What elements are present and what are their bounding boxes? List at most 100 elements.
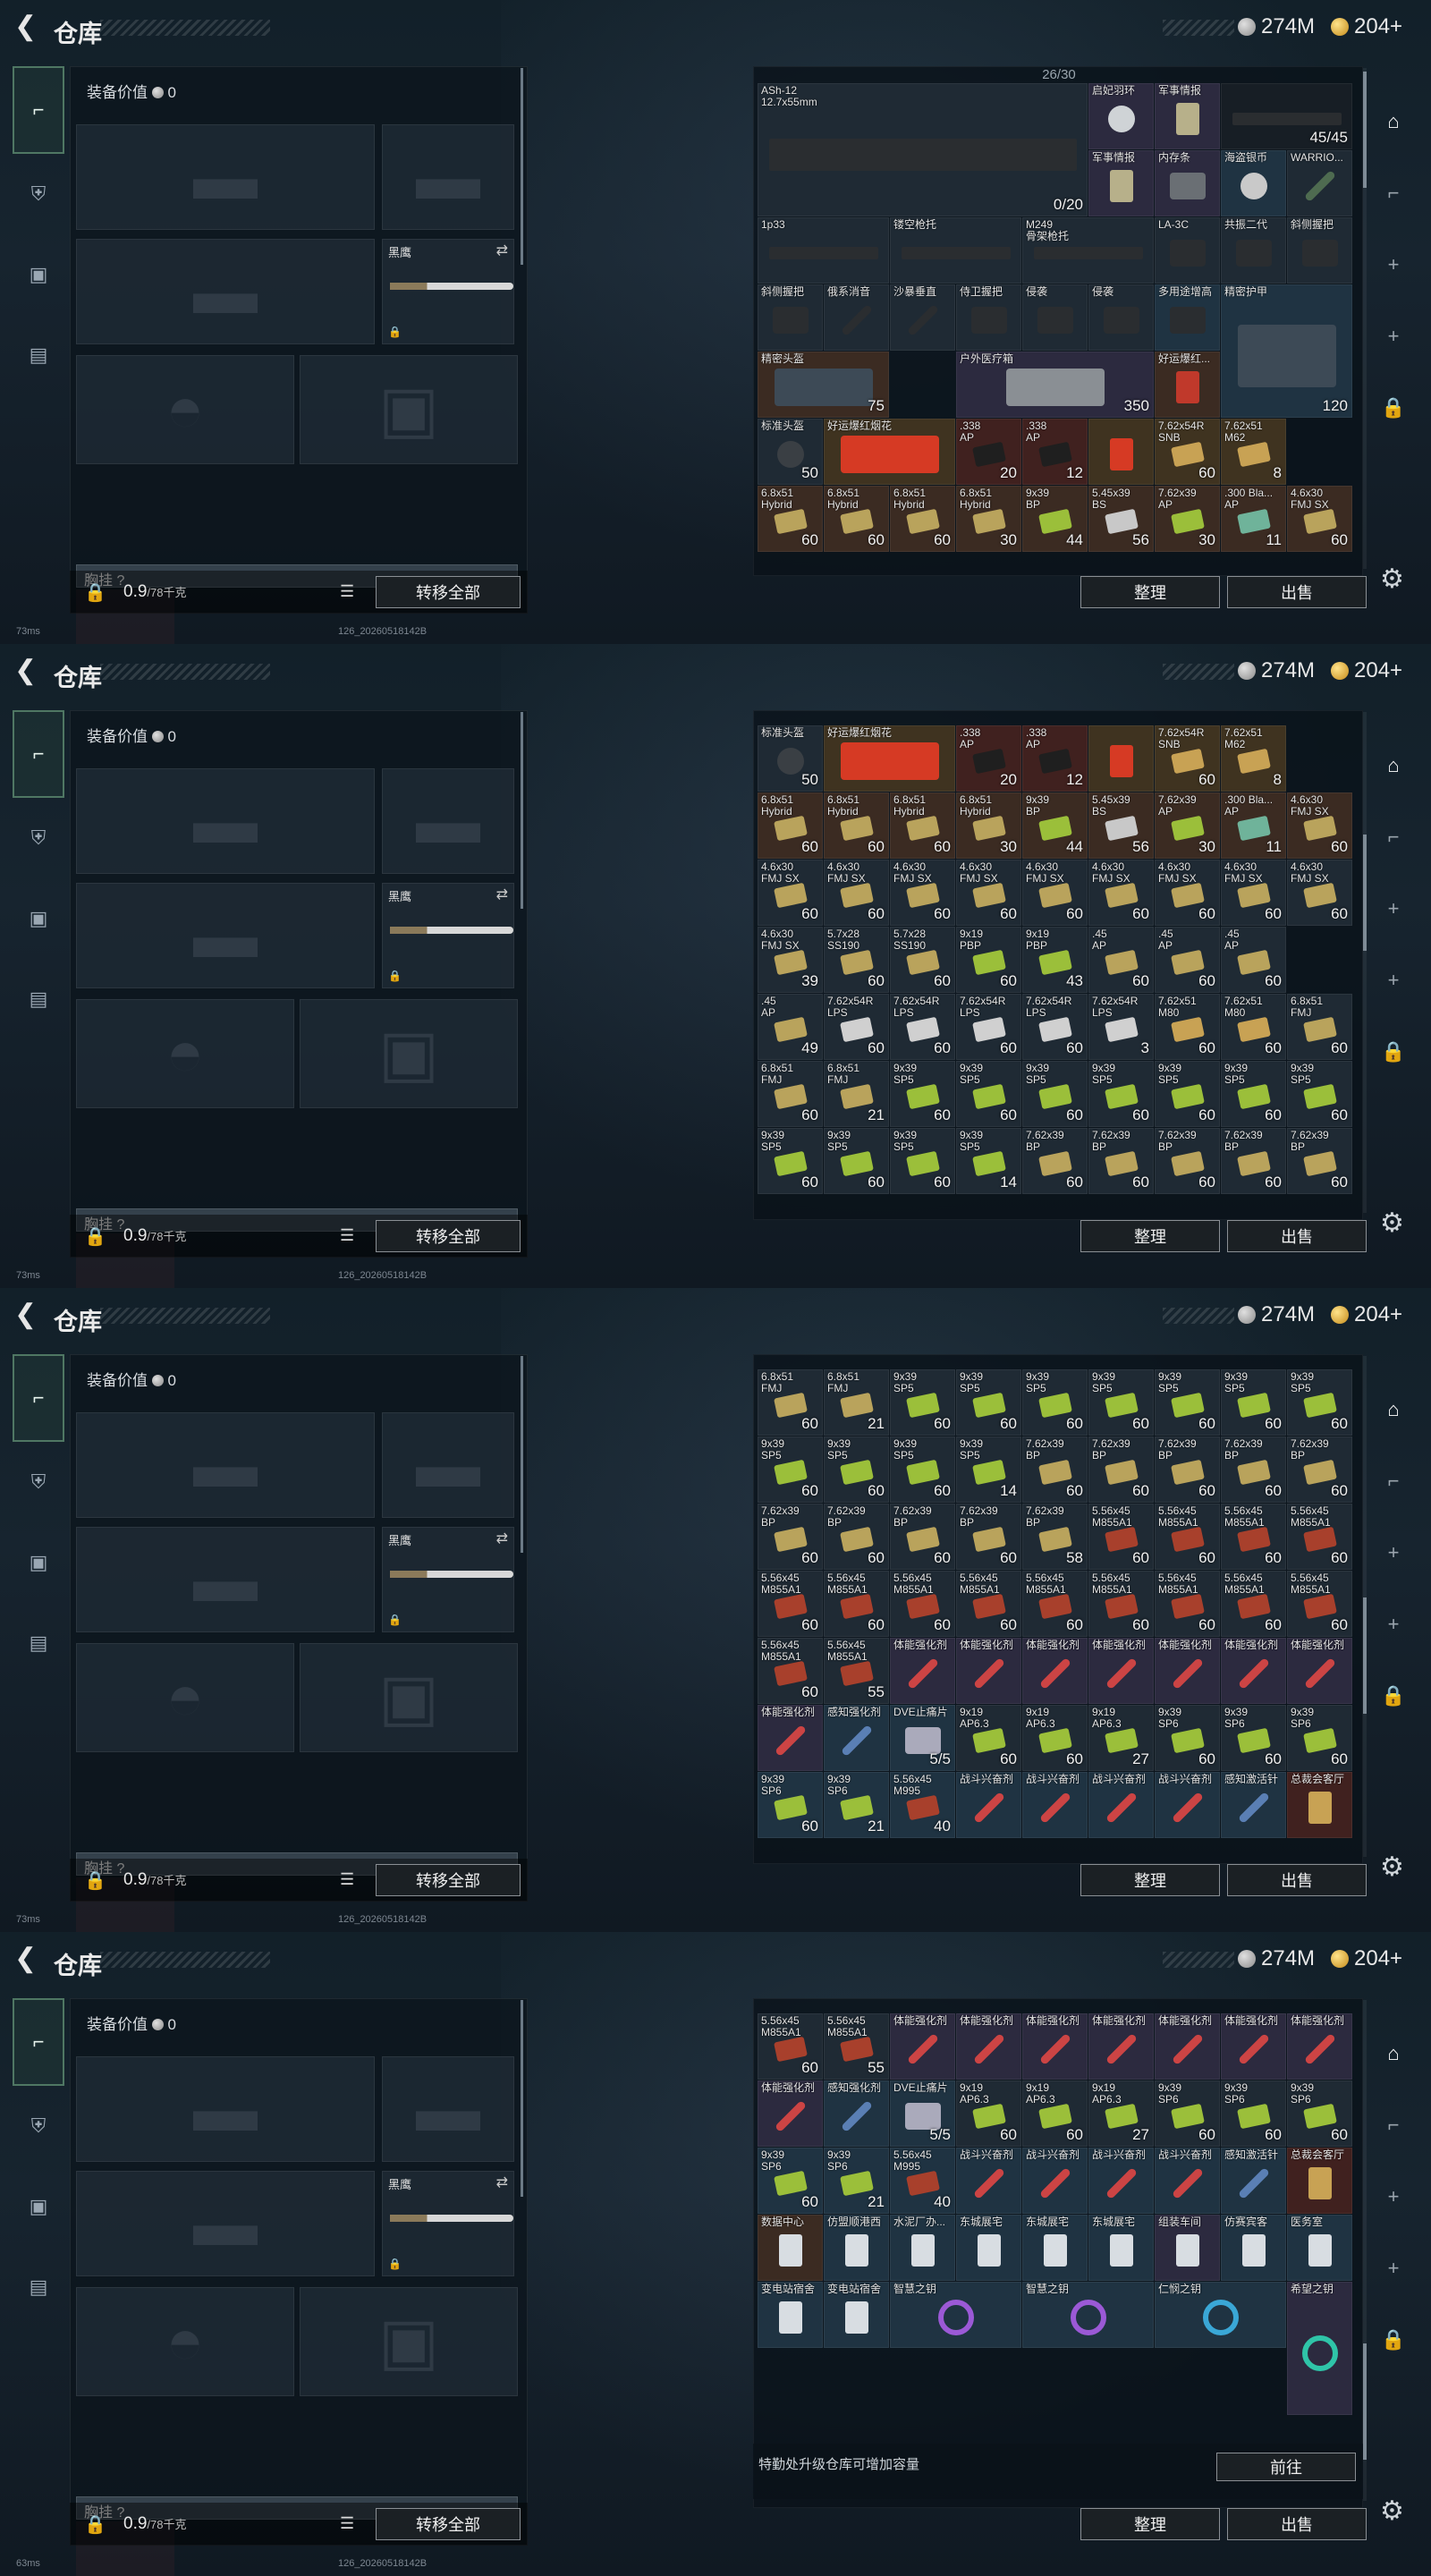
stash-item[interactable]: 体能强化剂 (890, 2013, 955, 2080)
stash-item[interactable]: 标准头盔 50 (758, 419, 823, 485)
stash-item[interactable]: 标准头盔 50 (758, 725, 823, 792)
stash-item[interactable]: 感知强化剂 (824, 1705, 889, 1771)
list-icon[interactable]: ☰ (340, 1226, 354, 1245)
lock-icon[interactable]: 🔒 (1372, 2304, 1415, 2376)
stash-item[interactable]: 7.62x39 BP 60 (1088, 1436, 1154, 1503)
stash-item[interactable]: 水泥厂办... (890, 2215, 955, 2281)
stash-scrollbar-track[interactable] (1363, 712, 1367, 1213)
stash-item[interactable]: .338 AP 20 (956, 725, 1021, 792)
stash-item[interactable]: 7.62x39 BP 60 (1155, 1436, 1220, 1503)
stash-item[interactable]: 5.56x45 M855A1 55 (824, 1638, 889, 1704)
sort-button[interactable]: 整理 (1080, 1220, 1220, 1252)
stash-item[interactable]: 7.62x54R LPS 60 (1022, 994, 1088, 1060)
helmet-slot[interactable]: ◓ (76, 2287, 294, 2396)
stash-item[interactable]: 5.7x28 SS190 60 (890, 927, 955, 993)
stash-scrollbar-thumb[interactable] (1363, 72, 1367, 188)
stash-item[interactable]: 战斗兴奋剂 (1088, 1772, 1154, 1838)
stash-item[interactable]: 9x39 SP5 60 (1155, 1061, 1220, 1127)
stash-item[interactable]: 战斗兴奋剂 (1022, 2148, 1088, 2214)
stash-item[interactable]: 5.56x45 M855A1 60 (758, 1638, 823, 1704)
stash-item[interactable]: 9x39 SP6 60 (1221, 1705, 1286, 1771)
lock-icon[interactable]: 🔒 (1372, 1660, 1415, 1732)
stash-item[interactable]: WARRIO... (1287, 150, 1352, 216)
stash-item[interactable]: 4.6x30 FMJ SX 60 (1287, 860, 1352, 926)
stash-item[interactable]: 5.7x28 SS190 60 (824, 927, 889, 993)
stash-item[interactable]: 9x19 AP6.3 27 (1088, 1705, 1154, 1771)
stash-item[interactable]: 7.62x39 BP 60 (890, 1504, 955, 1570)
stash-item[interactable]: 战斗兴奋剂 (1155, 1772, 1220, 1838)
stash-item[interactable]: 9x19 PBP 43 (1022, 927, 1088, 993)
stash-item[interactable]: 7.62x39 BP 60 (1221, 1436, 1286, 1503)
stash-item[interactable]: 体能强化剂 (1088, 2013, 1154, 2080)
stash-item[interactable]: 5.56x45 M855A1 60 (1287, 1504, 1352, 1570)
stash-item[interactable]: 6.8x51 Hybrid 60 (890, 792, 955, 859)
gear-icon[interactable]: ⚙ (1380, 564, 1404, 595)
primary-weapon-slot[interactable]: ▬ (76, 124, 375, 230)
stash-item[interactable]: .300 Bla... AP 11 (1221, 792, 1286, 859)
stash-item[interactable]: 体能强化剂 (1088, 1638, 1154, 1704)
gear-icon[interactable]: ⚙ (1380, 1208, 1404, 1239)
transfer-all-button[interactable]: 转移全部 (376, 1864, 521, 1896)
stash-item[interactable]: 5.56x45 M855A1 60 (758, 2013, 823, 2080)
stash-item[interactable]: 6.8x51 FMJ 21 (824, 1369, 889, 1436)
stash-item[interactable]: 5.56x45 M855A1 60 (758, 1571, 823, 1637)
stash-item[interactable]: 4.6x30 FMJ SX 60 (1155, 860, 1220, 926)
stash-item[interactable]: 总裁会客厅 (1287, 1772, 1352, 1838)
stash-item[interactable]: 战斗兴奋剂 (956, 2148, 1021, 2214)
stash-item[interactable]: 9x39 SP5 60 (1022, 1061, 1088, 1127)
stash-item[interactable]: 仿赛宾客 (1221, 2215, 1286, 2281)
gold-currency[interactable]: 204+ (1331, 1946, 1402, 1971)
pistol-slot[interactable]: ▬ (382, 768, 514, 874)
stash-item[interactable]: 9x39 SP6 60 (1287, 1705, 1352, 1771)
armor-slot[interactable]: ▣ (300, 1643, 518, 1752)
stash-item[interactable]: 6.8x51 Hybrid 60 (890, 486, 955, 552)
stash-item[interactable]: 斜侧握把 (1287, 217, 1352, 284)
stash-item[interactable]: 沙暴垂直 (890, 284, 955, 351)
stash-item[interactable]: .338 AP 12 (1022, 725, 1088, 792)
stash-item[interactable]: 侵袭 (1088, 284, 1154, 351)
stash-item[interactable]: 仿盟顺港西 (824, 2215, 889, 2281)
stash-item[interactable]: 变电站宿舍 (758, 2282, 823, 2348)
back-arrow-icon[interactable]: ❮ (14, 1945, 37, 1973)
stash-item[interactable]: 9x39 SP6 60 (1155, 2080, 1220, 2147)
stash-item[interactable]: .338 AP 12 (1022, 419, 1088, 485)
stash-item[interactable]: 6.8x51 FMJ 60 (758, 1369, 823, 1436)
tab-armor-icon[interactable]: ⛨ (13, 154, 64, 234)
stash-item[interactable]: 9x39 SP6 60 (758, 1772, 823, 1838)
stash-item[interactable]: 9x19 AP6.3 60 (956, 2080, 1021, 2147)
sell-button[interactable]: 出售 (1227, 1864, 1367, 1896)
stash-item[interactable]: 7.62x39 BP 60 (1088, 1128, 1154, 1194)
gold-currency[interactable]: 204+ (1331, 1302, 1402, 1327)
stash-item[interactable]: 6.8x51 FMJ 60 (758, 1061, 823, 1127)
stash-item[interactable]: 侍卫握把 (956, 284, 1021, 351)
stash-item[interactable]: 5.56x45 M855A1 60 (1221, 1504, 1286, 1570)
stash-item[interactable]: 体能强化剂 (1022, 2013, 1088, 2080)
stash-item[interactable]: 体能强化剂 (1221, 2013, 1286, 2080)
stash-item[interactable]: 7.62x39 BP 60 (1022, 1128, 1088, 1194)
stash-item[interactable]: 5.56x45 M855A1 60 (824, 1571, 889, 1637)
armor-slot[interactable]: ▣ (300, 999, 518, 1108)
stash-item[interactable]: 数据中心 (758, 2215, 823, 2281)
stash-icon[interactable]: ⌂ (1372, 730, 1415, 801)
stash-item[interactable]: 9x39 SP5 60 (1221, 1369, 1286, 1436)
pistol-slot[interactable]: ▬ (382, 2056, 514, 2162)
stash-item[interactable]: 体能强化剂 (956, 2013, 1021, 2080)
back-arrow-icon[interactable]: ❮ (14, 13, 37, 41)
melee-slot[interactable]: 黑鹰 ⇄ 🔒 (382, 2171, 514, 2276)
stash-item[interactable]: 4.6x30 FMJ SX 60 (1088, 860, 1154, 926)
stash-item[interactable]: 希望之钥 (1287, 2282, 1352, 2415)
tab-armor-icon[interactable]: ⛨ (13, 798, 64, 878)
secondary-weapon-slot[interactable]: ▬ (76, 883, 375, 988)
tab-case-icon[interactable]: ▤ (13, 1603, 64, 1683)
stash-item[interactable]: DVE止痛片 5/5 (890, 1705, 955, 1771)
stash-item[interactable]: 好运爆红... (1155, 352, 1220, 418)
gear-icon[interactable]: ⚙ (1380, 2496, 1404, 2527)
helmet-slot[interactable]: ◓ (76, 1643, 294, 1752)
loadout-scrollbar[interactable] (521, 2000, 523, 2197)
stash-item[interactable]: 5.56x45 M855A1 60 (890, 1571, 955, 1637)
stash-item[interactable]: 9x39 SP5 60 (824, 1128, 889, 1194)
stash-item[interactable]: 9x39 BP 44 (1022, 792, 1088, 859)
stash-item[interactable]: 9x39 SP5 60 (824, 1436, 889, 1503)
tab-case-icon[interactable]: ▤ (13, 2247, 64, 2327)
tab-rifle-icon[interactable]: ⌐ (13, 1998, 64, 2086)
